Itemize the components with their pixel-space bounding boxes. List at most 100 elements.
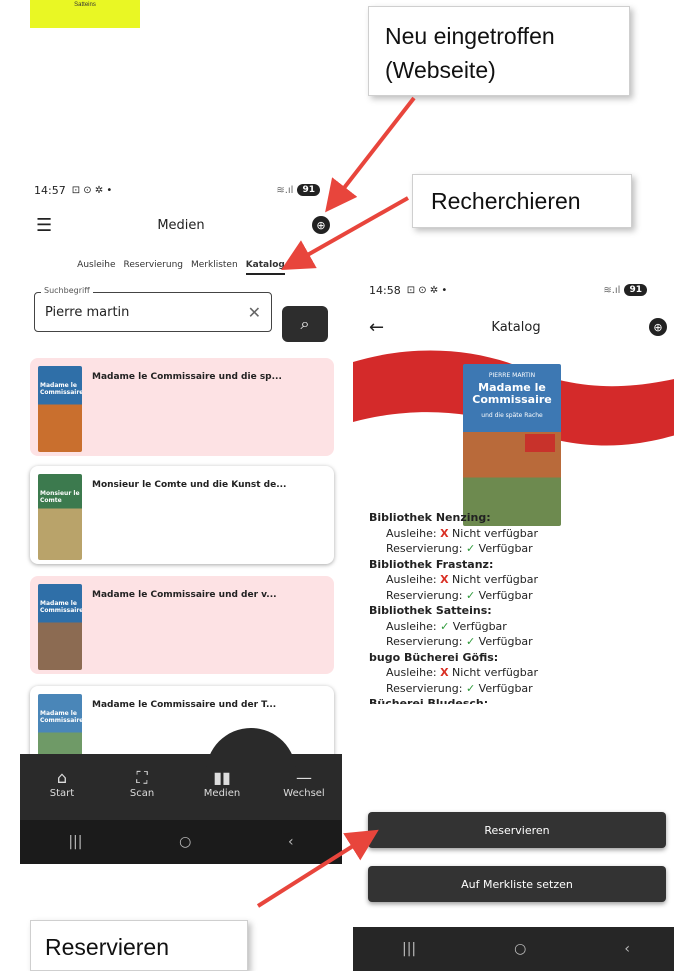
status-notification-icons: ⊡ ⊙ ✲ • xyxy=(406,284,448,296)
availability-list: Bibliothek Nenzing: Ausleihe: X Nicht ve… xyxy=(369,510,538,704)
status-time: 14:58 xyxy=(369,283,401,297)
recent-apps-icon[interactable]: ||| xyxy=(68,834,82,850)
reservation-status: Reservierung: ✓ Verfügbar xyxy=(386,588,533,602)
signal-icon: ≋.ıl xyxy=(276,184,294,196)
search-button[interactable]: ⌕ xyxy=(282,306,328,342)
check-icon: ✓ xyxy=(465,542,476,555)
app-bar: ☰ Medien ⊕ xyxy=(20,210,342,240)
system-navigation-bar: ||| ○ ‹ xyxy=(20,820,342,864)
book-cover-fragment: Satteins xyxy=(30,0,140,28)
callout-new-arrivals-line1: Neu eingetroffen xyxy=(385,23,555,49)
loan-status: Ausleihe: X Nicht verfügbar xyxy=(386,526,539,540)
callout-research: Recherchieren xyxy=(412,174,632,228)
add-to-watchlist-button[interactable]: Auf Merkliste setzen xyxy=(368,866,666,902)
menu-icon[interactable]: ☰ xyxy=(36,215,52,236)
reservation-status: Reservierung: ✓ Verfügbar xyxy=(386,542,533,555)
back-arrow-icon[interactable]: ← xyxy=(369,317,384,338)
list-item-title: Madame le Commissaire und der T... xyxy=(92,700,277,710)
book-cover-large: PIERRE MARTIN Madame le Commissaire und … xyxy=(463,364,561,526)
back-icon[interactable]: ‹ xyxy=(624,941,630,957)
page-title: Medien xyxy=(157,217,205,233)
library-name: Bibliothek Nenzing: xyxy=(369,511,491,524)
globe-icon[interactable]: ⊕ xyxy=(649,318,667,336)
loan-status: Ausleihe: X Nicht verfügbar xyxy=(386,666,539,679)
battery-icon: 91 xyxy=(297,184,320,196)
book-cover: Monsieur le Comte xyxy=(38,474,82,560)
book-cover-title: Madame le Commissaire xyxy=(40,382,82,396)
bottom-navigation: ⌂ Start ⛶ Scan ▮▮ Medien — Wechsel xyxy=(20,728,342,820)
list-item-title: Monsieur le Comte und die Kunst de... xyxy=(92,480,287,490)
unavailable-icon: X xyxy=(440,666,449,679)
page-title: Katalog xyxy=(491,319,541,335)
callout-new-arrivals-line2: (Webseite) xyxy=(385,57,496,83)
nav-medien-label: Medien xyxy=(203,788,241,799)
nav-start-label: Start xyxy=(49,788,75,799)
switch-icon: — xyxy=(296,768,312,787)
book-cover-title: Madame le Commissaire xyxy=(40,600,82,614)
nav-scan-label: Scan xyxy=(129,788,155,799)
reservation-status: Reservierung: ✓ Verfügbar xyxy=(386,681,533,695)
list-item[interactable]: Madame le Commissaire Madame le Commissa… xyxy=(30,358,334,456)
book-cover-author: PIERRE MARTIN xyxy=(488,372,536,379)
library-name: Bibliothek Frastanz: xyxy=(369,557,494,571)
loan-status: Ausleihe: X Nicht verfügbar xyxy=(386,573,539,586)
nav-wechsel[interactable]: — Wechsel xyxy=(274,768,334,799)
status-bar: 14:57 ⊡ ⊙ ✲ • ≋.ıl 91 xyxy=(34,178,342,202)
globe-icon[interactable]: ⊕ xyxy=(312,216,330,234)
book-cover: Madame le Commissaire xyxy=(38,366,82,452)
list-item[interactable]: Monsieur le Comte Monsieur le Comte und … xyxy=(30,466,334,564)
arrow-to-globe xyxy=(325,96,416,213)
loan-status: Ausleihe: ✓ Verfügbar xyxy=(386,619,507,633)
back-icon[interactable]: ‹ xyxy=(288,834,294,850)
home-icon: ⌂ xyxy=(56,768,68,787)
book-cover-title: Monsieur le Comte xyxy=(40,490,80,504)
check-icon: ✓ xyxy=(465,635,476,648)
system-navigation-bar: ||| ○ ‹ xyxy=(353,927,674,971)
home-button-icon[interactable]: ○ xyxy=(514,941,526,957)
list-item-title: Madame le Commissaire und der v... xyxy=(92,590,277,600)
unavailable-icon: X xyxy=(440,573,449,586)
search-input[interactable]: Suchbegriff Pierre martin ✕ xyxy=(34,286,272,332)
status-bar: 14:58 ⊡ ⊙ ✲ • ≋.ıl 91 xyxy=(369,278,674,302)
check-icon: ✓ xyxy=(440,619,450,633)
callout-reserve: Reservieren xyxy=(30,920,248,971)
nav-start[interactable]: ⌂ Start xyxy=(32,768,92,799)
search-input-value: Pierre martin xyxy=(45,304,130,320)
search-input-label: Suchbegriff xyxy=(41,286,93,295)
library-name-partial: Bücherei Bludesch: xyxy=(369,697,489,704)
book-icon: ▮▮ xyxy=(213,768,231,787)
nav-medien[interactable]: ▮▮ Medien xyxy=(192,768,252,799)
signal-icon: ≋.ıl xyxy=(603,284,621,296)
library-name: bugo Bücherei Göfis: xyxy=(369,650,499,664)
tab-ausleihe[interactable]: Ausleihe xyxy=(77,260,115,275)
phone-screen-catalog: 14:58 ⊡ ⊙ ✲ • ≋.ıl 91 ← Katalog ⊕ PIERRE… xyxy=(353,268,674,971)
list-item-title: Madame le Commissaire und die sp... xyxy=(92,372,282,382)
book-cover: Madame le Commissaire xyxy=(38,584,82,670)
nav-scan[interactable]: ⛶ Scan xyxy=(112,768,172,799)
search-icon: ⌕ xyxy=(300,314,310,333)
tab-bar: Ausleihe Reservierung Merklisten Katalog xyxy=(20,260,342,275)
tab-katalog[interactable]: Katalog xyxy=(245,260,285,275)
phone-screen-media: 14:57 ⊡ ⊙ ✲ • ≋.ıl 91 ☰ Medien ⊕ Ausleih… xyxy=(20,174,342,864)
list-item[interactable]: Madame le Commissaire Madame le Commissa… xyxy=(30,576,334,674)
check-icon: ✓ xyxy=(465,681,476,695)
recent-apps-icon[interactable]: ||| xyxy=(402,941,416,957)
nav-wechsel-label: Wechsel xyxy=(283,788,325,799)
home-button-icon[interactable]: ○ xyxy=(179,834,191,850)
reserve-button[interactable]: Reservieren xyxy=(368,812,666,848)
tab-merklisten[interactable]: Merklisten xyxy=(191,260,238,275)
status-notification-icons: ⊡ ⊙ ✲ • xyxy=(71,184,113,196)
check-icon: ✓ xyxy=(465,588,476,602)
status-time: 14:57 xyxy=(34,183,66,197)
reservation-status: Reservierung: ✓ Verfügbar xyxy=(386,635,533,648)
book-cover-title: Madame le Commissaire xyxy=(472,381,552,406)
battery-icon: 91 xyxy=(624,284,647,296)
book-cover-fragment-text: Satteins xyxy=(74,2,96,8)
library-name: Bibliothek Satteins: xyxy=(369,604,492,617)
callout-new-arrivals: Neu eingetroffen (Webseite) xyxy=(368,6,630,96)
scan-icon: ⛶ xyxy=(136,768,148,787)
tab-reservierung[interactable]: Reservierung xyxy=(124,260,184,275)
book-cover-sticker xyxy=(525,434,555,452)
clear-icon[interactable]: ✕ xyxy=(248,303,261,322)
book-cover-title: Madame le Commissaire xyxy=(40,710,82,724)
